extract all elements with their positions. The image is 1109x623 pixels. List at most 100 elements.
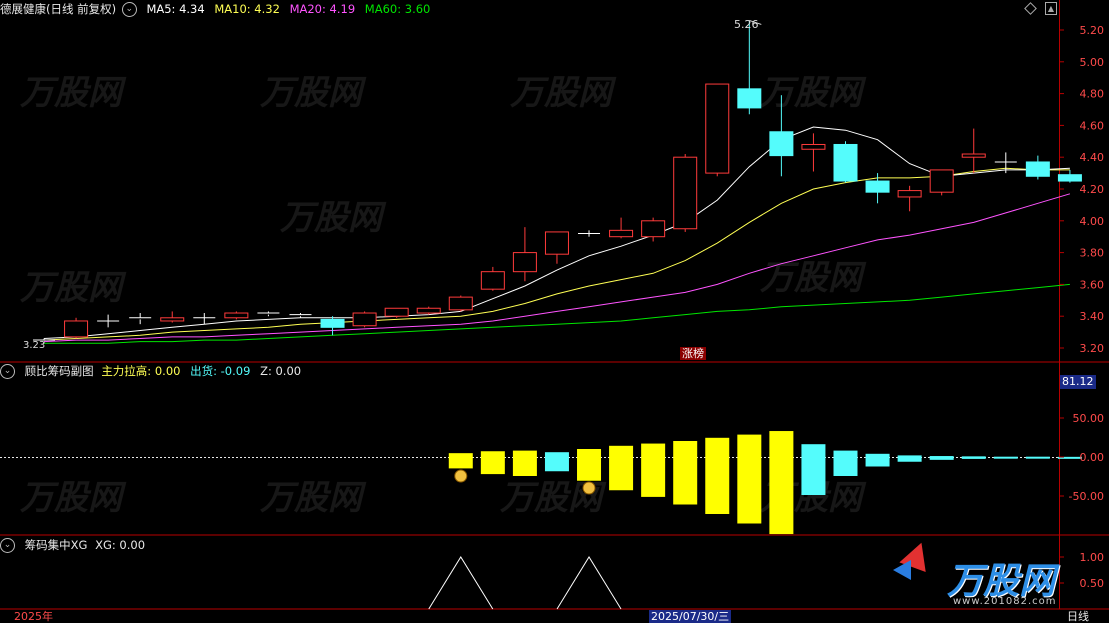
chevron-down-icon[interactable]: ⌄ xyxy=(0,538,15,553)
ma20-line xyxy=(43,193,1071,343)
candle-body xyxy=(865,180,890,193)
candle xyxy=(1057,169,1082,183)
candle-body xyxy=(737,88,762,109)
z-value: Z: 0.00 xyxy=(260,364,302,378)
sub-bar xyxy=(673,441,698,505)
candle xyxy=(448,295,473,312)
event-tag[interactable]: 涨榜 xyxy=(680,347,706,360)
candle-body xyxy=(961,153,986,158)
sub1-tick-label: -50.00 xyxy=(1069,490,1104,503)
price-tick-label: 3.40 xyxy=(1080,310,1105,323)
candle xyxy=(578,230,601,237)
sub-bar xyxy=(448,453,473,469)
ma60-value: MA60: 3.60 xyxy=(364,2,431,16)
sub-bar xyxy=(929,456,954,460)
candle xyxy=(737,20,762,115)
candle xyxy=(609,217,634,239)
candle xyxy=(705,83,730,177)
candle xyxy=(480,266,505,291)
candle-body xyxy=(64,320,89,338)
candle xyxy=(929,169,954,196)
candle xyxy=(289,313,312,318)
price-tick-label: 4.40 xyxy=(1080,151,1105,164)
candle-body xyxy=(769,131,794,157)
price-tick-label: 3.60 xyxy=(1080,278,1105,291)
sub-bar xyxy=(897,455,922,462)
cursor-date: 2025/07/30/三 xyxy=(649,610,732,623)
price-tick-label: 5.00 xyxy=(1080,56,1105,69)
sub-bar xyxy=(480,451,505,475)
candle xyxy=(1025,155,1050,180)
sub1-header: ⌄ 顾比筹码副图 主力拉高: 0.00 出货: -0.09 Z: 0.00 xyxy=(0,363,307,379)
candle xyxy=(257,311,280,317)
candle-body xyxy=(641,220,666,238)
sub1-current-value: 81.12 xyxy=(1060,375,1096,389)
scroll-up-icon[interactable]: ▲ xyxy=(1045,2,1057,15)
candle-body xyxy=(801,143,826,150)
sub-bar xyxy=(512,450,537,476)
chevron-down-icon[interactable]: ⌄ xyxy=(121,2,137,17)
candle-body xyxy=(897,190,922,198)
main-chart-header: 德展健康(日线 前复权) ⌄ MA5: 4.34 MA10: 4.32 MA20… xyxy=(0,1,436,17)
ma60-line xyxy=(44,283,1070,344)
stock-chart-canvas[interactable]: 5.20 5.00 4.80 4.60 4.40 4.20 4.00 3.80 3.60 3.40… xyxy=(0,0,1109,623)
candle xyxy=(352,311,377,328)
candle xyxy=(193,313,216,325)
candle xyxy=(64,317,89,339)
candle xyxy=(416,306,441,315)
candle xyxy=(897,185,922,212)
xg-value: XG: 0.00 xyxy=(95,538,146,552)
candle-body xyxy=(673,156,698,230)
sub1-tick-label: 50.00 xyxy=(1073,412,1105,425)
candle-body xyxy=(224,312,249,319)
candle-body xyxy=(512,252,537,273)
candle-body xyxy=(416,307,441,314)
sub-bar xyxy=(737,434,762,524)
candle xyxy=(512,227,537,282)
candle xyxy=(384,307,409,318)
candle xyxy=(129,313,152,325)
chevron-down-icon[interactable]: ⌄ xyxy=(0,364,15,379)
arrow-icon xyxy=(893,560,911,580)
price-tick-label: 3.20 xyxy=(1080,342,1105,355)
ma5-value: MA5: 4.34 xyxy=(146,2,205,16)
candle-body xyxy=(160,317,185,322)
candle xyxy=(320,316,345,336)
sub1-title[interactable]: 顾比筹码副图 xyxy=(25,364,94,378)
sub-bar xyxy=(801,444,826,495)
high-price-label: 5.26 xyxy=(734,18,759,31)
stock-title[interactable]: 德展健康(日线 前复权) xyxy=(0,2,116,16)
sub-bar xyxy=(769,431,794,535)
sub2-title[interactable]: 筹码集中XG xyxy=(25,538,88,552)
money-bag-icon xyxy=(454,469,468,483)
candle-body xyxy=(320,318,345,328)
brand-url: www.201082.com xyxy=(953,596,1057,607)
price-tick-label: 4.20 xyxy=(1080,183,1105,196)
candle xyxy=(160,311,185,323)
candle xyxy=(673,154,698,232)
candle-body xyxy=(384,307,409,317)
candle xyxy=(801,133,826,172)
xg-signal xyxy=(556,556,622,610)
ma10-value: MA10: 4.32 xyxy=(214,2,280,16)
candle xyxy=(961,128,986,174)
sub-bar xyxy=(609,445,634,491)
sub-bar xyxy=(577,449,602,481)
price-tick-label: 4.80 xyxy=(1080,88,1105,101)
candle xyxy=(224,311,249,320)
candle-body xyxy=(609,229,634,238)
sub2-header: ⌄ 筹码集中XG XG: 0.00 xyxy=(0,537,151,553)
sub-bar xyxy=(961,456,986,459)
candle xyxy=(769,95,794,177)
sub-bar xyxy=(865,453,890,467)
sub-bar xyxy=(993,456,1018,459)
candle xyxy=(544,231,569,264)
main-force-value: 主力拉高: 0.00 xyxy=(101,364,181,378)
sub-bar xyxy=(544,452,569,472)
sub-bar xyxy=(833,450,858,476)
brand-logo: 万股网 www.201082.com xyxy=(893,537,1085,612)
candle xyxy=(833,141,858,183)
sub-bar xyxy=(641,443,666,497)
sub-bar xyxy=(705,437,730,514)
sub-bar xyxy=(1025,456,1050,459)
